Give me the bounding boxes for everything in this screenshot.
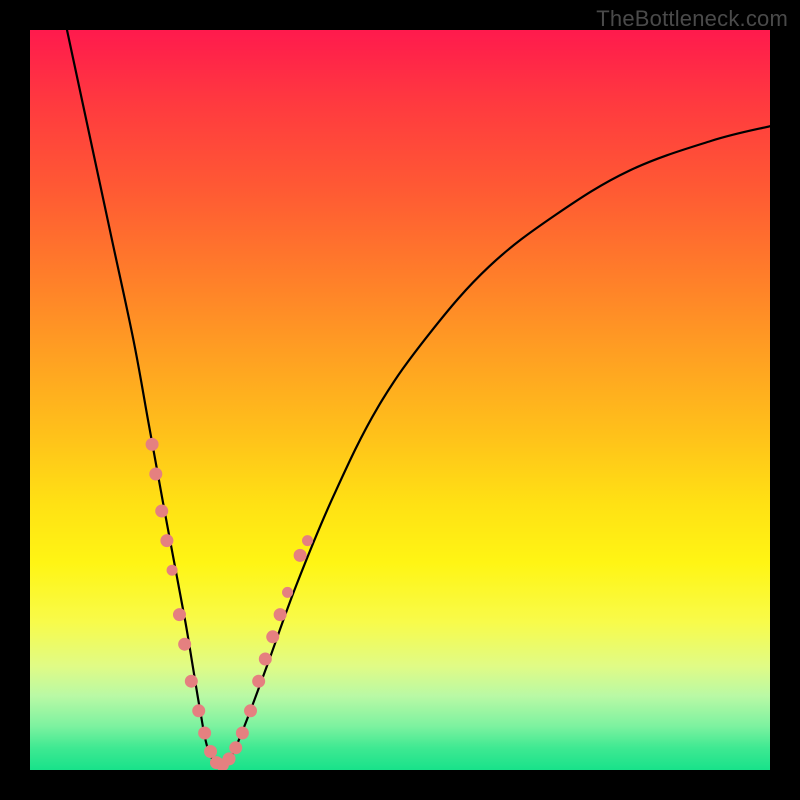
curve-marker <box>230 742 242 754</box>
curve-marker <box>236 727 248 739</box>
curve-markers <box>146 438 312 770</box>
curve-marker <box>150 468 162 480</box>
curve-marker <box>185 675 197 687</box>
curve-marker <box>259 653 271 665</box>
curve-marker <box>179 638 191 650</box>
curve-marker <box>146 438 158 450</box>
curve-marker <box>245 705 257 717</box>
bottleneck-curve-path <box>67 30 770 767</box>
curve-marker <box>303 536 313 546</box>
curve-marker <box>294 549 306 561</box>
curve-marker <box>193 705 205 717</box>
curve-marker <box>205 746 217 758</box>
curve-marker <box>161 535 173 547</box>
curve-marker <box>267 631 279 643</box>
curve-marker <box>156 505 168 517</box>
curve-marker <box>167 565 177 575</box>
curve-marker <box>223 753 235 765</box>
curve-marker <box>283 587 293 597</box>
watermark-text: TheBottleneck.com <box>596 6 788 32</box>
curve-marker <box>199 727 211 739</box>
plot-area <box>30 30 770 770</box>
chart-frame: TheBottleneck.com <box>0 0 800 800</box>
curve-marker <box>274 609 286 621</box>
bottleneck-curve-svg <box>30 30 770 770</box>
curve-marker <box>253 675 265 687</box>
curve-marker <box>173 609 185 621</box>
